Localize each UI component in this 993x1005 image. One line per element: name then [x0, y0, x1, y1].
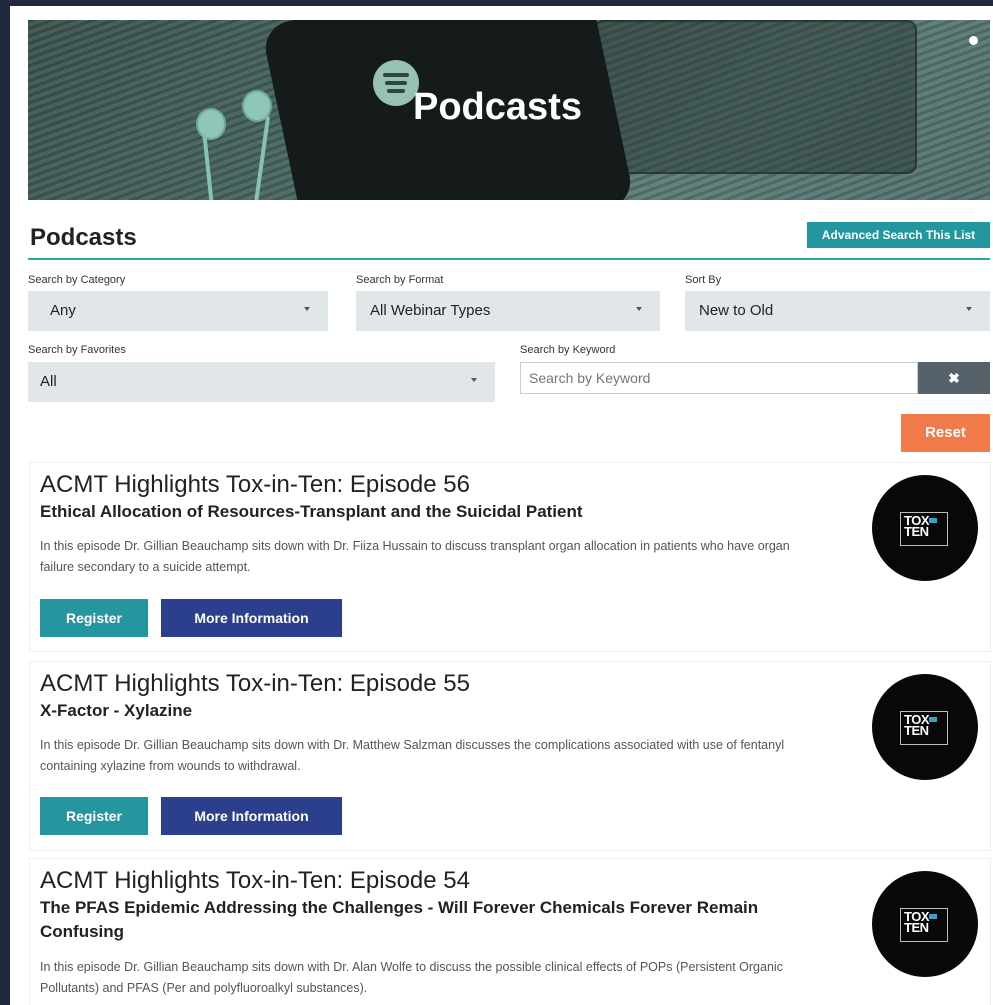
more-information-button[interactable]: More Information [161, 797, 342, 835]
sort-select-value: New to Old [699, 302, 774, 319]
podcast-logo: TOX TEN [872, 871, 978, 977]
sort-select[interactable]: New to Old [685, 291, 990, 331]
more-information-button[interactable]: More Information [161, 599, 342, 637]
category-label: Search by Category [28, 274, 126, 286]
earbud-image [196, 108, 226, 140]
favorites-label: Search by Favorites [28, 344, 126, 356]
register-button[interactable]: Register [40, 797, 148, 835]
logo-text: TOX TEN [904, 513, 930, 539]
sort-label: Sort By [685, 274, 722, 286]
episode-description: In this episode Dr. Gillian Beauchamp si… [40, 539, 790, 574]
list-item: ACMT Highlights Tox-in-Ten: Episode 54 T… [30, 859, 990, 1005]
logo-accent [929, 717, 937, 722]
clear-keyword-button[interactable]: ✖ [918, 362, 990, 394]
episode-subtitle: X-Factor - Xylazine [40, 701, 193, 720]
chevron-down-icon [636, 307, 642, 311]
page-title: Podcasts [30, 224, 137, 251]
logo-accent [929, 518, 937, 523]
favorites-select-value: All [40, 373, 57, 390]
episode-description: In this episode Dr. Gillian Beauchamp si… [40, 738, 785, 773]
register-button[interactable]: Register [40, 599, 148, 637]
episode-title[interactable]: ACMT Highlights Tox-in-Ten: Episode 55 [40, 670, 470, 698]
category-select-value: Any [50, 302, 76, 319]
favorites-select[interactable]: All [28, 362, 495, 402]
list-item: ACMT Highlights Tox-in-Ten: Episode 56 E… [30, 463, 990, 651]
episode-subtitle: Ethical Allocation of Resources-Transpla… [40, 502, 583, 521]
list-item: ACMT Highlights Tox-in-Ten: Episode 55 X… [30, 662, 990, 850]
hero-banner: Podcasts [28, 20, 990, 200]
reset-button[interactable]: Reset [901, 414, 990, 452]
podcast-logo: TOX TEN [872, 475, 978, 581]
podcast-logo: TOX TEN [872, 674, 978, 780]
header-divider [28, 258, 990, 260]
episode-title[interactable]: ACMT Highlights Tox-in-Ten: Episode 56 [40, 471, 470, 499]
logo-text: TOX TEN [904, 712, 930, 738]
keyword-search-input[interactable] [520, 362, 918, 394]
chevron-down-icon [966, 307, 972, 311]
advanced-search-button[interactable]: Advanced Search This List [807, 222, 990, 248]
carousel-dot[interactable] [969, 36, 978, 45]
hero-title: Podcasts [413, 86, 582, 128]
episode-description: In this episode Dr. Gillian Beauchamp si… [40, 960, 783, 995]
logo-accent [929, 914, 937, 919]
close-icon: ✖ [948, 370, 960, 386]
format-label: Search by Format [356, 274, 444, 286]
episode-subtitle: The PFAS Epidemic Addressing the Challen… [40, 898, 759, 941]
format-select-value: All Webinar Types [370, 302, 491, 319]
category-select[interactable]: Any [28, 291, 328, 331]
page: Podcasts Podcasts Advanced Search This L… [10, 6, 993, 1005]
chevron-down-icon [471, 378, 477, 382]
laptop-image [593, 20, 917, 174]
logo-text: TOX TEN [904, 909, 930, 935]
keyword-label: Search by Keyword [520, 344, 616, 356]
chevron-down-icon [304, 307, 310, 311]
episode-title[interactable]: ACMT Highlights Tox-in-Ten: Episode 54 [40, 867, 470, 895]
format-select[interactable]: All Webinar Types [356, 291, 660, 331]
